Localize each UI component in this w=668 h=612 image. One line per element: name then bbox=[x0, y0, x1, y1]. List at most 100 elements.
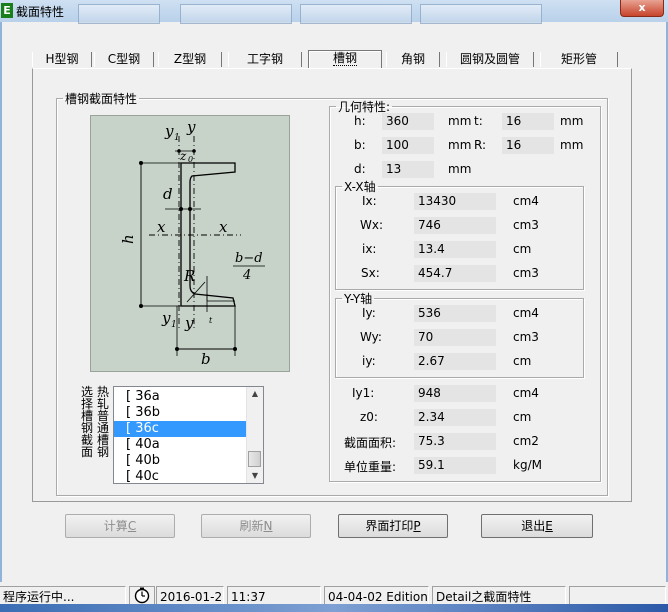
ix-radius-unit: cm bbox=[513, 242, 532, 256]
tab-channel-steel[interactable]: 槽钢 bbox=[308, 50, 382, 68]
tab-z-steel[interactable]: Z型钢 bbox=[158, 52, 222, 67]
clock-icon bbox=[129, 586, 155, 606]
label-x-left: x bbox=[157, 218, 166, 236]
refresh-button[interactable]: 刷新N bbox=[201, 514, 311, 538]
z0-label: z0: bbox=[360, 410, 378, 424]
list-item[interactable]: [ 36a bbox=[114, 389, 247, 405]
z0-value: 2.34 bbox=[414, 409, 496, 426]
weight-value: 59.1 bbox=[414, 457, 496, 474]
label-b: b bbox=[201, 350, 211, 368]
select-label-col1: 选择槽钢截面 bbox=[80, 386, 94, 458]
print-button[interactable]: 界面打印P bbox=[338, 514, 448, 538]
list-item[interactable]: [ 40b bbox=[114, 453, 247, 469]
iy-moment-unit: cm4 bbox=[513, 306, 539, 320]
status-detail: Detail之截面特性 bbox=[432, 586, 566, 606]
label-char: 钢 bbox=[96, 445, 109, 459]
background-window-button bbox=[180, 4, 292, 24]
label-d: d bbox=[163, 185, 173, 203]
sx-unit: cm3 bbox=[513, 266, 539, 280]
sx-value: 454.7 bbox=[414, 265, 496, 282]
b-value: 100 bbox=[382, 137, 434, 154]
label-y1-top: y bbox=[164, 122, 174, 140]
h-value: 360 bbox=[382, 113, 434, 130]
label-y-top: y bbox=[186, 118, 196, 136]
section-listbox[interactable]: [ 36a [ 36b [ 36c [ 40a [ 40b [ 40c ▲ ▼ bbox=[113, 386, 264, 484]
wy-label: Wy: bbox=[360, 330, 382, 344]
list-item[interactable]: [ 36b bbox=[114, 405, 247, 421]
iy1-value: 948 bbox=[414, 385, 496, 402]
d-unit: mm bbox=[448, 162, 472, 176]
area-unit: cm2 bbox=[513, 434, 539, 448]
iy-moment-label: Iy: bbox=[362, 306, 376, 320]
status-date: 2016-01-25 bbox=[156, 586, 224, 606]
h-label: h: bbox=[354, 114, 366, 128]
status-text: 程序运行中... bbox=[0, 586, 126, 606]
channel-diagram-svg: y 1 y z 0 d x x h b−d 4 R t y 1 y b bbox=[119, 118, 265, 368]
label-y1-bottom: y bbox=[161, 309, 171, 327]
t-unit: mm bbox=[560, 114, 584, 128]
iy-radius-unit: cm bbox=[513, 354, 532, 368]
status-time: 11:37 bbox=[227, 586, 321, 606]
ix-moment-label: Ix: bbox=[362, 194, 377, 208]
tab-h-steel[interactable]: H型钢 bbox=[32, 52, 92, 67]
label-x-right: x bbox=[219, 218, 228, 236]
iy1-label: Iy1: bbox=[352, 386, 375, 400]
iy1-unit: cm4 bbox=[513, 386, 539, 400]
tab-round-steel[interactable]: 圆钢及圆管 bbox=[446, 52, 534, 67]
d-label: d: bbox=[354, 162, 366, 176]
b-label: b: bbox=[354, 138, 366, 152]
sx-label: Sx: bbox=[361, 266, 380, 280]
wx-label: Wx: bbox=[360, 218, 384, 232]
scroll-thumb[interactable] bbox=[248, 451, 261, 467]
ix-radius-label: ix: bbox=[362, 242, 377, 256]
label-R: R bbox=[183, 267, 195, 285]
t-value: 16 bbox=[502, 113, 554, 130]
iy-radius-label: iy: bbox=[362, 354, 376, 368]
tab-angle-steel[interactable]: 角钢 bbox=[386, 52, 440, 67]
label-b-minus-d: b−d bbox=[235, 251, 263, 266]
ix-moment-unit: cm4 bbox=[513, 194, 539, 208]
r-label: R: bbox=[474, 138, 487, 152]
close-button[interactable]: x bbox=[620, 0, 664, 17]
tab-i-beam[interactable]: 工字钢 bbox=[228, 52, 302, 67]
area-label: 截面面积: bbox=[344, 436, 397, 450]
status-empty bbox=[569, 586, 666, 606]
window-frame bbox=[0, 22, 2, 582]
weight-label: 单位重量: bbox=[344, 460, 397, 474]
r-unit: mm bbox=[560, 138, 584, 152]
list-scrollbar[interactable]: ▲ ▼ bbox=[246, 387, 263, 483]
section-properties-legend: 槽钢截面特性 bbox=[65, 92, 138, 106]
list-item[interactable]: [ 40a bbox=[114, 437, 247, 453]
label-char: 面 bbox=[80, 445, 93, 459]
channel-diagram: y 1 y z 0 d x x h b−d 4 R t y 1 y b bbox=[90, 115, 290, 372]
status-edition: 04-04-02 Edition bbox=[324, 586, 429, 606]
h-unit: mm bbox=[448, 114, 472, 128]
tab-c-steel[interactable]: C型钢 bbox=[94, 52, 154, 67]
tab-rect-tube[interactable]: 矩形管 bbox=[540, 52, 618, 67]
wy-value: 70 bbox=[414, 329, 496, 346]
calc-button[interactable]: 计算C bbox=[65, 514, 175, 538]
title-bar: E 截面特性 x bbox=[0, 0, 668, 24]
wy-unit: cm3 bbox=[513, 330, 539, 344]
iy-moment-value: 536 bbox=[414, 305, 496, 322]
background-window-button bbox=[420, 4, 542, 24]
window-title: 截面特性 bbox=[16, 5, 65, 19]
yy-axis-legend: Y-Y轴 bbox=[344, 292, 373, 306]
wx-value: 746 bbox=[414, 217, 496, 234]
scroll-up-icon[interactable]: ▲ bbox=[247, 387, 263, 401]
ix-moment-value: 13430 bbox=[414, 193, 496, 210]
scroll-down-icon[interactable]: ▼ bbox=[247, 469, 263, 483]
d-value: 13 bbox=[382, 161, 434, 178]
label-b-minus-d-den: 4 bbox=[242, 268, 251, 283]
label-z0-sub: 0 bbox=[188, 155, 193, 164]
xx-axis-legend: X-X轴 bbox=[344, 180, 376, 194]
exit-button[interactable]: 退出E bbox=[481, 514, 593, 538]
taskbar-strip bbox=[0, 604, 668, 612]
weight-unit: kg/M bbox=[513, 458, 542, 472]
label-y-bottom: y bbox=[184, 314, 194, 332]
t-label: t: bbox=[474, 114, 483, 128]
area-value: 75.3 bbox=[414, 433, 496, 450]
list-item-selected[interactable]: [ 36c bbox=[114, 421, 247, 437]
label-t: t bbox=[209, 316, 213, 325]
list-item[interactable]: [ 40c bbox=[114, 469, 247, 483]
